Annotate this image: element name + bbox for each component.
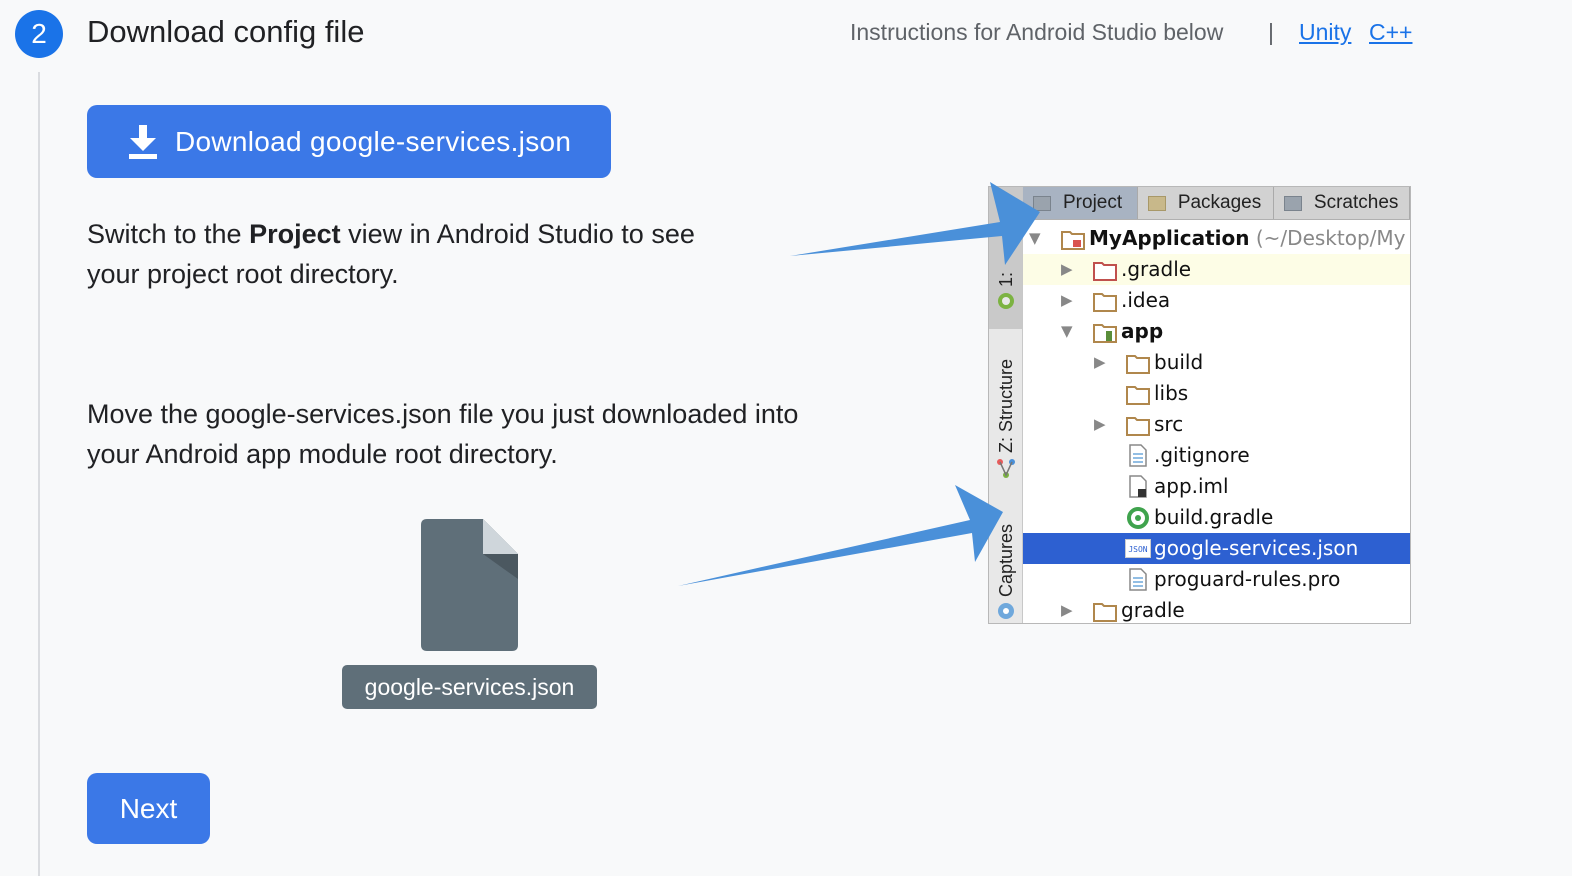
gradle-file-icon — [1127, 507, 1149, 529]
step-connector-line — [38, 72, 40, 876]
folder-icon — [1126, 417, 1150, 436]
next-button[interactable]: Next — [87, 773, 210, 844]
folder-icon — [1093, 293, 1117, 312]
json-file-icon — [421, 519, 518, 651]
tree-item-label: .gitignore — [1154, 443, 1250, 467]
tree-item-label: build.gradle — [1154, 505, 1274, 529]
tab-packages-label: Packages — [1177, 192, 1262, 213]
tab-project-label: Project — [1063, 192, 1123, 213]
tree-item-label: app.iml — [1154, 474, 1229, 498]
tree-item-label: app — [1121, 319, 1164, 343]
folder-icon — [1126, 386, 1150, 405]
tree-item-label: build — [1154, 350, 1204, 374]
json-file-icon: JSON — [1125, 539, 1151, 558]
tree-item-libs[interactable]: libs — [1023, 378, 1410, 409]
scratches-tab-icon — [1283, 195, 1302, 211]
cpp-link[interactable]: C++ — [1369, 19, 1412, 46]
folder-icon — [1093, 262, 1117, 281]
project-tab-icon — [1033, 195, 1051, 211]
unity-link[interactable]: Unity — [1299, 19, 1351, 46]
tree-item-label: libs — [1154, 381, 1189, 405]
tree-item-label: google-services.json — [1154, 536, 1359, 560]
link-separator: | — [1268, 19, 1274, 45]
tree-item-label: gradle — [1121, 598, 1185, 622]
download-button-label: Download google-services.json — [175, 125, 572, 157]
tab-scratches-label: Scratches — [1313, 192, 1399, 213]
tree-item-google-services-json[interactable]: JSON google-services.json — [1023, 533, 1410, 564]
tree-item-proguard[interactable]: proguard-rules.pro — [1023, 564, 1410, 595]
collapsed-arrow-icon: ▶ — [1061, 601, 1073, 619]
arrow-to-json-file — [678, 485, 1003, 586]
collapsed-arrow-icon: ▶ — [1061, 291, 1073, 309]
expanded-arrow-icon: ▼ — [1029, 229, 1041, 247]
tree-item-gradle[interactable]: ▶ gradle — [1023, 595, 1410, 623]
side-tab-project: 1: — [996, 271, 1016, 287]
root-path: (~/Desktop/My — [1255, 226, 1406, 250]
tree-item-build[interactable]: ▶ build — [1023, 347, 1410, 378]
structure-icon — [997, 459, 1015, 478]
tree-item-app-iml[interactable]: app.iml — [1023, 471, 1410, 502]
tree-item-src[interactable]: ▶ src — [1023, 409, 1410, 440]
tree-item-gradle-hidden[interactable]: ▶ .gradle — [1023, 254, 1410, 285]
text-file-icon — [1129, 568, 1147, 591]
tree-item-idea[interactable]: ▶ .idea — [1023, 285, 1410, 316]
project-bold-text: Project — [249, 219, 341, 249]
ide-view-tabs: Project Packages Scratches — [1023, 187, 1410, 220]
tab-scratches[interactable]: Scratches — [1274, 187, 1410, 219]
step-number-badge: 2 — [15, 10, 63, 58]
android-icon — [998, 293, 1014, 309]
folder-icon — [1126, 355, 1150, 374]
instruction-switch-project-view: Switch to the Project view in Android St… — [87, 214, 727, 294]
instruction-1-before: Switch to the — [87, 219, 250, 249]
tab-packages[interactable]: Packages — [1138, 187, 1274, 219]
step-title: Download config file — [87, 14, 365, 49]
project-folder-icon — [1061, 231, 1085, 250]
ide-tool-window-bar: 1: Z: Structure Captures — [989, 187, 1023, 623]
root-project-name: MyApplication — [1089, 226, 1250, 250]
iml-file-icon — [1129, 475, 1147, 498]
tree-item-build-gradle[interactable]: build.gradle — [1023, 502, 1410, 533]
captures-icon — [998, 603, 1014, 619]
collapsed-arrow-icon: ▶ — [1094, 415, 1106, 433]
packages-tab-icon — [1147, 195, 1166, 211]
tree-item-label: .gradle — [1121, 257, 1192, 281]
root-name: MyApplication (~/Desktop/My — [1089, 223, 1405, 254]
expanded-arrow-icon: ▼ — [1061, 322, 1073, 340]
side-tab-structure: Z: Structure — [996, 358, 1016, 453]
side-tab-captures: Captures — [996, 523, 1016, 597]
collapsed-arrow-icon: ▶ — [1061, 260, 1073, 278]
download-icon — [129, 124, 157, 159]
tree-item-app[interactable]: ▼ app — [1023, 316, 1410, 347]
tree-item-label: .idea — [1121, 288, 1171, 312]
svg-text:JSON: JSON — [1128, 545, 1147, 554]
instruction-move-file: Move the google-services.json file you j… — [87, 399, 799, 469]
tree-item-myapplication[interactable]: ▼ MyApplication (~/Desktop/My — [1023, 223, 1410, 254]
tab-project[interactable]: Project — [1023, 187, 1138, 219]
tree-item-label: proguard-rules.pro — [1154, 567, 1341, 591]
android-studio-project-panel: 1: Z: Structure Captures Project Package… — [988, 186, 1411, 624]
collapsed-arrow-icon: ▶ — [1094, 353, 1106, 371]
download-config-button[interactable]: Download google-services.json — [87, 105, 611, 178]
tree-item-label: src — [1154, 412, 1184, 436]
folder-icon — [1093, 603, 1117, 622]
tree-item-gitignore[interactable]: .gitignore — [1023, 440, 1410, 471]
text-file-icon — [1129, 444, 1147, 467]
module-folder-icon — [1093, 324, 1117, 343]
instructions-text: Instructions for Android Studio below — [850, 19, 1224, 45]
file-name-label: google-services.json — [342, 665, 597, 709]
